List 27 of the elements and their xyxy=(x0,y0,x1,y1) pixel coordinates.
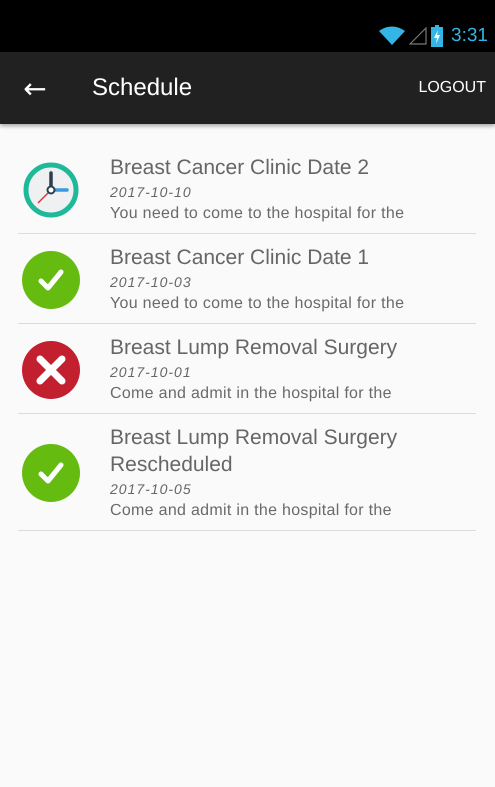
appointment-description: Come and admit in the hospital for the xyxy=(110,384,393,404)
battery-charging-icon xyxy=(431,25,444,47)
appointment-date: 2017-10-03 xyxy=(110,273,193,292)
logout-button[interactable]: LOGOUT xyxy=(418,79,486,97)
appointment-title: Breast Lump Removal Surgery Rescheduled xyxy=(110,425,398,478)
appointment-description: You need to come to the hospital for the xyxy=(110,204,404,224)
appointment-title: Breast Cancer Clinic Date 2 xyxy=(110,155,370,181)
appointment-item[interactable]: Breast Lump Removal Surgery Rescheduled 2017-10-05 Come and admit in the hospital for the xyxy=(18,414,476,531)
appointment-title: Breast Cancer Clinic Date 1 xyxy=(110,245,370,271)
checkmark-icon xyxy=(22,250,80,308)
clock-icon xyxy=(22,160,80,218)
appointment-item[interactable]: Breast Cancer Clinic Date 1 2017-10-03 You need to come to the hospital for the xyxy=(18,234,476,324)
appointment-description: Come and admit in the hospital for the xyxy=(110,501,393,521)
screen-title: Schedule xyxy=(92,74,194,102)
wifi-icon xyxy=(379,26,406,46)
appointment-date: 2017-10-10 xyxy=(110,183,193,202)
appointment-item[interactable]: Breast Cancer Clinic Date 2 2017-10-10 You need to come to the hospital for the xyxy=(18,144,476,234)
appointment-date: 2017-10-05 xyxy=(110,480,193,499)
appointment-title: Breast Lump Removal Surgery xyxy=(110,335,398,361)
signal-icon xyxy=(409,27,428,45)
appointment-description: You need to come to the hospital for the xyxy=(110,294,404,314)
back-button[interactable]: ← xyxy=(22,72,48,104)
appointment-date: 2017-10-01 xyxy=(110,363,193,382)
appointment-item[interactable]: Breast Lump Removal Surgery 2017-10-01 Come and admit in the hospital for the xyxy=(18,324,476,414)
checkmark-icon xyxy=(22,444,80,502)
clock-time: 3:31 xyxy=(451,25,488,47)
cross-icon xyxy=(22,340,80,398)
